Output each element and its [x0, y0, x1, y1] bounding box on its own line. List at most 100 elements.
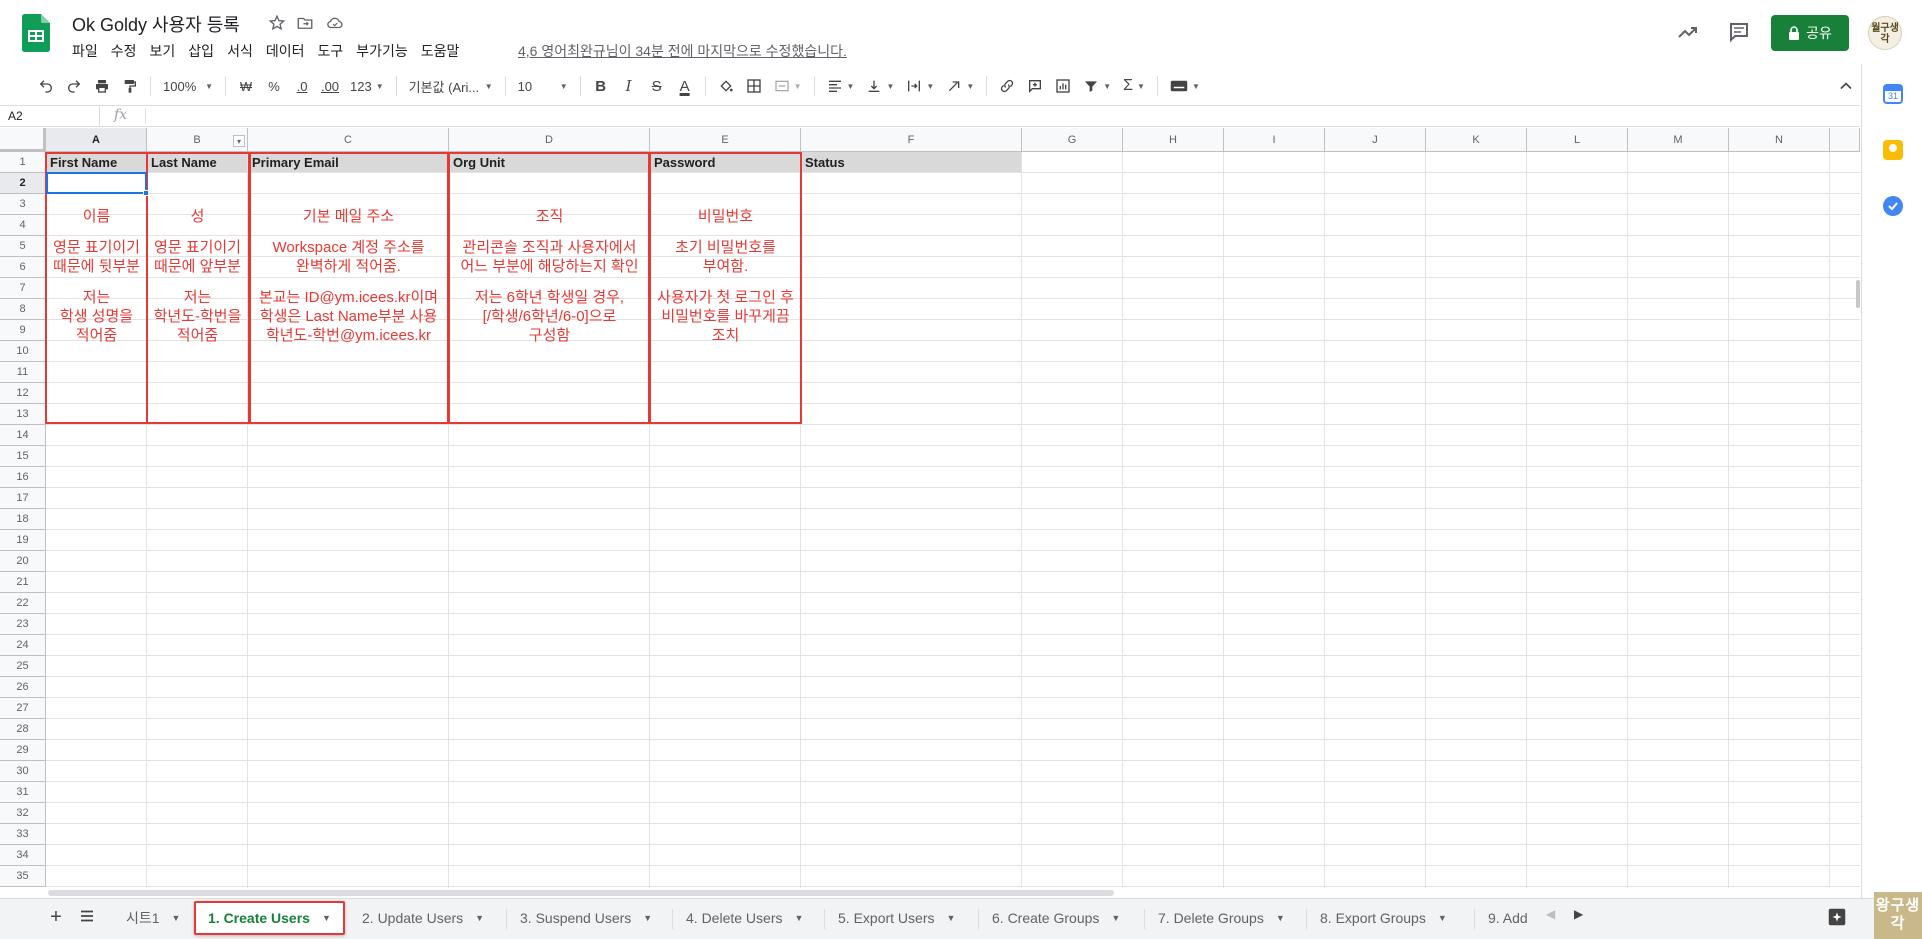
chevron-down-icon[interactable]: ▼ — [1111, 913, 1120, 923]
sheet-tab-8[interactable]: 8. Export Groups ▼ — [1308, 901, 1459, 935]
decrease-decimal-button[interactable]: .0 — [288, 72, 316, 100]
column-filter-icon[interactable]: ▾ — [233, 135, 245, 147]
filter-icon[interactable]: ▼ — [1077, 72, 1117, 100]
row-header-35[interactable]: 35 — [0, 866, 46, 887]
avatar[interactable]: 월구생각 — [1868, 16, 1902, 50]
tasks-icon[interactable] — [1883, 196, 1903, 216]
menu-data[interactable]: 데이터 — [266, 41, 305, 61]
trend-icon[interactable] — [1676, 20, 1700, 44]
row-header-20[interactable]: 20 — [0, 551, 46, 572]
row-header-18[interactable]: 18 — [0, 509, 46, 530]
column-header-h[interactable]: H — [1123, 128, 1224, 152]
row-header-14[interactable]: 14 — [0, 425, 46, 446]
chevron-down-icon[interactable]: ▼ — [1438, 913, 1447, 923]
keep-icon[interactable] — [1883, 140, 1903, 160]
sheet-tab-4[interactable]: 4. Delete Users ▼ — [674, 901, 815, 935]
row-header-13[interactable]: 13 — [0, 404, 46, 425]
row-header-17[interactable]: 17 — [0, 488, 46, 509]
strikethrough-button[interactable]: S — [643, 72, 671, 100]
percent-format-button[interactable]: % — [260, 72, 288, 100]
italic-button[interactable]: I — [615, 72, 643, 100]
fill-color-icon[interactable] — [712, 72, 740, 100]
star-icon[interactable] — [266, 12, 288, 34]
row-header-29[interactable]: 29 — [0, 740, 46, 761]
sheet-tab-2[interactable]: 2. Update Users ▼ — [350, 901, 496, 935]
row-header-12[interactable]: 12 — [0, 383, 46, 404]
menu-addons[interactable]: 부가기능 — [356, 41, 408, 61]
row-header-30[interactable]: 30 — [0, 761, 46, 782]
font-select[interactable]: 기본값 (Ari... ▼ — [403, 72, 499, 100]
calendar-icon[interactable]: 31 — [1883, 84, 1903, 104]
row-header-21[interactable]: 21 — [0, 572, 46, 593]
row-header-15[interactable]: 15 — [0, 446, 46, 467]
sheet-tab-7[interactable]: 7. Delete Groups ▼ — [1146, 901, 1297, 935]
row-header-5[interactable]: 5 — [0, 236, 46, 257]
sheet-tab-0[interactable]: 시트1 ▼ — [114, 901, 192, 935]
column-header-d[interactable]: D — [449, 128, 650, 152]
row-header-34[interactable]: 34 — [0, 845, 46, 866]
number-format-select[interactable]: 123 ▼ — [344, 72, 390, 100]
tab-scroll-right-icon[interactable]: ▶ — [1574, 907, 1592, 927]
row-header-2[interactable]: 2 — [0, 173, 46, 194]
row-header-23[interactable]: 23 — [0, 614, 46, 635]
horizontal-align-icon[interactable]: ▼ — [821, 72, 861, 100]
row-header-22[interactable]: 22 — [0, 593, 46, 614]
row-header-33[interactable]: 33 — [0, 824, 46, 845]
name-box[interactable]: A2 — [0, 106, 100, 126]
comment-icon[interactable] — [1727, 20, 1751, 44]
row-header-6[interactable]: 6 — [0, 257, 46, 278]
chevron-down-icon[interactable]: ▼ — [794, 913, 803, 923]
text-wrap-icon[interactable]: ▼ — [900, 72, 940, 100]
fill-handle[interactable] — [143, 190, 149, 196]
row-header-24[interactable]: 24 — [0, 635, 46, 656]
chevron-down-icon[interactable]: ▼ — [643, 913, 652, 923]
menu-format[interactable]: 서식 — [227, 41, 253, 61]
row-header-16[interactable]: 16 — [0, 467, 46, 488]
column-header-k[interactable]: K — [1426, 128, 1527, 152]
all-sheets-icon[interactable] — [78, 907, 98, 927]
menu-insert[interactable]: 삽입 — [188, 41, 214, 61]
column-header-a[interactable]: A — [46, 128, 147, 152]
row-header-9[interactable]: 9 — [0, 320, 46, 341]
column-header-j[interactable]: J — [1325, 128, 1426, 152]
last-edit-link[interactable]: 4,6 영어최완규님이 34분 전에 마지막으로 수정했습니다. — [518, 41, 847, 61]
zoom-select[interactable]: 100% ▼ — [157, 72, 219, 100]
document-title[interactable]: Ok Goldy 사용자 등록 — [72, 11, 240, 37]
print-icon[interactable] — [88, 72, 116, 100]
insert-comment-icon[interactable] — [1021, 72, 1049, 100]
column-header-l[interactable]: L — [1527, 128, 1628, 152]
column-header-f[interactable]: F — [801, 128, 1022, 152]
select-all-corner[interactable] — [0, 128, 46, 152]
column-header-m[interactable]: M — [1628, 128, 1729, 152]
menu-tools[interactable]: 도구 — [317, 41, 343, 61]
horizontal-scrollbar[interactable] — [48, 888, 1860, 898]
text-rotate-icon[interactable]: ▼ — [940, 72, 980, 100]
cell-F1[interactable]: Status — [801, 152, 1022, 172]
row-header-25[interactable]: 25 — [0, 656, 46, 677]
row-header-3[interactable]: 3 — [0, 194, 46, 215]
functions-icon[interactable]: Σ ▼ — [1117, 72, 1151, 100]
row-header-26[interactable]: 26 — [0, 677, 46, 698]
sheets-logo-icon[interactable] — [22, 14, 50, 52]
chevron-down-icon[interactable]: ▼ — [475, 913, 484, 923]
menu-help[interactable]: 도움말 — [421, 41, 460, 61]
column-header-e[interactable]: E — [650, 128, 801, 152]
tab-scroll-left-icon[interactable]: ◀ — [1546, 907, 1564, 927]
row-header-8[interactable]: 8 — [0, 299, 46, 320]
chevron-down-icon[interactable]: ▼ — [322, 913, 331, 923]
paint-format-icon[interactable] — [116, 72, 144, 100]
column-header-n[interactable]: N — [1729, 128, 1830, 152]
increase-decimal-button[interactable]: .00 — [316, 72, 344, 100]
insert-chart-icon[interactable] — [1049, 72, 1077, 100]
text-color-button[interactable]: A — [671, 72, 699, 100]
menu-view[interactable]: 보기 — [150, 41, 176, 61]
bold-button[interactable]: B — [587, 72, 615, 100]
currency-format-button[interactable]: ₩ — [232, 72, 260, 100]
menu-file[interactable]: 파일 — [72, 41, 98, 61]
explore-icon[interactable] — [1826, 906, 1848, 928]
row-header-31[interactable]: 31 — [0, 782, 46, 803]
sheet-tab-1[interactable]: 1. Create Users ▼ — [194, 901, 345, 935]
column-header-g[interactable]: G — [1022, 128, 1123, 152]
chevron-down-icon[interactable]: ▼ — [172, 913, 181, 923]
row-header-27[interactable]: 27 — [0, 698, 46, 719]
